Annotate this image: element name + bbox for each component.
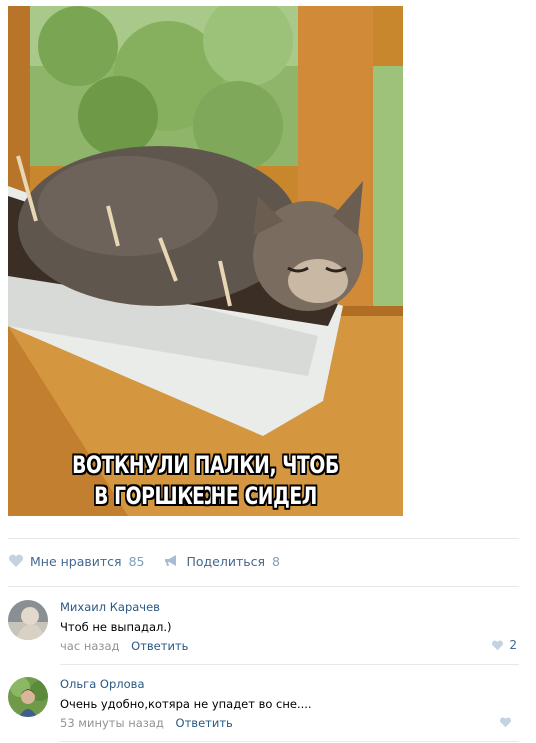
post-photo[interactable]: ВОТКНУЛИ ПАЛКИ, ЧТОБ КОТ В ГОРШКЕ НЕ СИД… — [8, 6, 403, 516]
comment-like-button[interactable]: 2 — [491, 638, 517, 652]
like-count: 85 — [128, 553, 145, 569]
comment-author[interactable]: Михаил Карачев — [60, 600, 519, 615]
divider — [8, 538, 519, 539]
heart-icon — [492, 640, 504, 650]
comment: Михаил Карачев Чтоб не выпадал.) час наз… — [8, 600, 519, 656]
share-label: Поделиться — [186, 553, 266, 569]
comment-meta: 53 минуты назад Ответить — [60, 716, 519, 731]
cat-in-planter-image — [8, 6, 403, 516]
like-button[interactable]: Мне нравится 85 — [8, 554, 144, 569]
comment-meta: час назад Ответить — [60, 639, 519, 654]
comment-text: Чтоб не выпадал.) — [60, 620, 172, 634]
reply-button[interactable]: Ответить — [131, 639, 188, 653]
share-count: 8 — [272, 553, 280, 569]
comment-author[interactable]: Ольга Орлова — [60, 677, 519, 692]
comment-text: Очень удобно,котяра не упадет во сне.... — [60, 697, 312, 711]
share-button[interactable]: Поделиться 8 — [164, 554, 280, 569]
divider — [60, 741, 519, 742]
image-caption-line2: В ГОРШКЕ НЕ СИДЕЛ — [94, 482, 317, 510]
comment-time[interactable]: час назад — [60, 639, 120, 653]
post-actions: Мне нравится 85 Поделиться 8 — [8, 553, 300, 569]
megaphone-icon — [164, 554, 180, 568]
avatar[interactable] — [8, 600, 48, 640]
divider — [8, 586, 519, 587]
comment-body: Михаил Карачев Чтоб не выпадал.) час наз… — [60, 600, 519, 654]
avatar[interactable] — [8, 677, 48, 717]
reply-button[interactable]: Ответить — [176, 716, 233, 730]
divider — [60, 664, 519, 665]
heart-icon — [8, 554, 24, 568]
comment-like-count: 2 — [509, 638, 517, 652]
comment: Ольга Орлова Очень удобно,котяра не упад… — [8, 677, 519, 733]
comment-like-button[interactable] — [499, 717, 517, 728]
heart-icon — [499, 717, 512, 728]
comment-time[interactable]: 53 минуты назад — [60, 716, 164, 730]
comment-body: Ольга Орлова Очень удобно,котяра не упад… — [60, 677, 519, 731]
like-label: Мне нравится — [30, 553, 122, 569]
